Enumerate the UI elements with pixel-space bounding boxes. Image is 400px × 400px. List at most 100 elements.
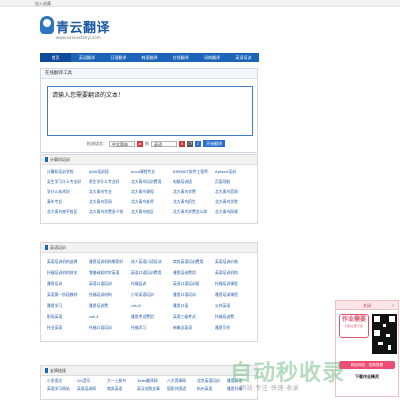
link-item[interactable]: 杭州英语 (197, 386, 212, 392)
link-item[interactable]: 托业英语 (47, 325, 62, 331)
section-title: 计算机培训 (41, 155, 257, 165)
link-item[interactable]: 雅思英语 (227, 378, 242, 384)
nav-item-japanese[interactable]: 日语翻译 (103, 53, 134, 62)
link-item[interactable]: Aptech培训 (215, 169, 236, 175)
ad-download-button[interactable]: 下载作业精灵 (339, 373, 395, 381)
link-item[interactable]: 北大青鸟校区 (131, 209, 154, 215)
link-item[interactable]: 北大青鸟学费怎么样 (173, 209, 207, 215)
close-icon[interactable]: × (392, 301, 395, 310)
link-item[interactable]: 女生学习什么专业好 (47, 179, 81, 185)
link-item[interactable]: 英语口语培训 (89, 281, 112, 287)
nav-item-korean[interactable]: 韩语翻译 (134, 53, 165, 62)
link-item[interactable]: 北大青鸟官网 (215, 189, 238, 195)
link-item[interactable]: 雅思培训 (47, 281, 62, 287)
link-item[interactable]: 青年专业 (47, 199, 62, 205)
link-item[interactable]: 大一上册书 (107, 378, 126, 384)
link-item[interactable]: 零基础如何学英语 (89, 270, 119, 276)
link-item[interactable]: 英汉对照文章 (137, 386, 160, 392)
link-item[interactable]: 公共英语 (215, 303, 230, 309)
link-item[interactable]: 小学语文 (47, 378, 62, 384)
translator-title: 在线翻译工具 (41, 69, 257, 79)
link-item[interactable]: 英语口语培训费用 (131, 270, 161, 276)
link-item[interactable]: 托福培训课程 (215, 281, 238, 287)
link-item[interactable]: 商务英语 (107, 386, 122, 392)
link-item[interactable]: 国家外国语 (167, 386, 186, 392)
link-item[interactable]: 八方资源网 (167, 378, 186, 384)
link-item[interactable]: BIM/NET软件工程师 (173, 169, 208, 175)
link-item[interactable]: cet-6 (131, 303, 141, 308)
link-item[interactable]: 北大青鸟学费多少钱 (89, 209, 123, 215)
nav-item-online[interactable]: 在线翻译 (165, 53, 196, 62)
source-label: 检测语言： (87, 140, 107, 146)
link-item[interactable]: 雅思托福 (227, 386, 242, 392)
clear-icon[interactable]: × (179, 140, 185, 147)
link-item[interactable]: 英语培训机构选择 (47, 259, 77, 265)
link-item[interactable]: 小学英语培训 (131, 292, 154, 298)
link-item[interactable]: 英语三级考试 (173, 314, 196, 320)
link-item[interactable]: 雅思考试费用 (131, 314, 154, 320)
link-item[interactable]: 英语学习网站 (47, 386, 70, 392)
link-item[interactable]: 新概念英语 (173, 325, 192, 331)
link-item[interactable]: 北大青鸟官网 (89, 199, 112, 205)
link-item[interactable]: 英语口语培训班 (173, 281, 200, 287)
link-item[interactable]: JAVA培训班 (89, 169, 109, 175)
link-item[interactable]: 雅思培训机构哪家好 (89, 259, 123, 265)
site-logo[interactable]: 青云翻译 www.xxxxxxfanyi.com (40, 15, 150, 43)
link-item[interactable]: 北大青鸟学费 (173, 189, 196, 195)
target-language-select[interactable]: 英语 (151, 140, 177, 147)
nav-item-home[interactable]: 首页 (40, 53, 72, 62)
logo-icon (40, 16, 54, 34)
link-item[interactable]: 北大青鸟南平校区 (47, 209, 77, 215)
qr-code-icon (372, 314, 397, 354)
link-item[interactable]: 学什么技术好 (47, 189, 70, 195)
link-item[interactable]: 英语第一阶段教材 (47, 292, 77, 298)
link-item[interactable]: 电脑培训班 (173, 179, 192, 185)
link-item[interactable]: 计算机培训学校 (47, 169, 74, 175)
link-item[interactable]: 雅思学习 (47, 303, 62, 309)
ad-badge[interactable]: 精品网站 · 拍照搜题 (339, 361, 395, 369)
link-item[interactable]: 雅思培训费用 (173, 270, 196, 276)
section-title: 友情链接 (41, 366, 257, 376)
link-item[interactable]: 托福学习 (131, 325, 146, 331)
link-item[interactable]: 北大青鸟培训费用 (131, 179, 161, 185)
link-item[interactable]: 英语培训网 (77, 386, 96, 392)
link-item[interactable]: cet-4 (89, 314, 99, 319)
link-item[interactable]: 北大青鸟老师 (131, 199, 154, 205)
link-item[interactable]: 英语培训机构 (215, 270, 238, 276)
link-item[interactable]: 托福口语培训 (89, 325, 112, 331)
link-item[interactable]: acca课程专业 (131, 169, 155, 175)
speaker-icon[interactable]: ♪ (195, 140, 201, 147)
link-item[interactable]: 页面导航 (215, 179, 230, 185)
link-item[interactable]: 3eds翻译网 (137, 378, 158, 384)
bookmark-link[interactable]: 加入收藏 (35, 0, 51, 7)
link-item[interactable]: 北大青鸟网课 (215, 209, 238, 215)
nav-item-english[interactable]: 英语翻译 (71, 53, 102, 62)
link-item[interactable]: 雅思培训课程 (215, 292, 238, 298)
link-item[interactable]: 北大青鸟专业 (89, 189, 112, 195)
link-item[interactable]: 托福培训费 (215, 314, 234, 320)
link-item[interactable]: 北大青鸟学院 (215, 199, 238, 205)
nav-item-dictionary[interactable]: 词典翻译 (196, 53, 227, 62)
link-item[interactable]: 雅思写作 (215, 325, 230, 331)
link-item[interactable]: 成人英语口语培训 (131, 259, 161, 265)
link-item[interactable]: 北京英语培训 (197, 378, 220, 384)
source-language-select[interactable]: 中文简体 (109, 140, 135, 147)
link-item[interactable]: 雅思口语 (173, 303, 188, 309)
link-item[interactable]: QQ音乐 (77, 378, 91, 384)
link-item[interactable]: 北大青鸟招生 (173, 199, 196, 205)
link-item[interactable]: 男生学什么专业好 (89, 179, 119, 185)
link-item[interactable]: 职场英语 (47, 314, 62, 320)
link-item[interactable]: 托福培训机构排名 (47, 270, 77, 276)
link-item[interactable]: 英语培训价格 (215, 259, 238, 265)
link-item[interactable]: 北大青鸟课程 (131, 189, 154, 195)
link-item[interactable]: 雅思培训费 (89, 303, 108, 309)
link-item[interactable]: 雅思口语培训 (173, 292, 196, 298)
link-item[interactable]: 托福培训 (131, 281, 146, 287)
link-item[interactable]: 商务英语培训费用 (173, 259, 203, 265)
nav-item-training[interactable]: 英语培训 (228, 53, 259, 62)
swap-icon[interactable]: ⇄ (137, 140, 143, 147)
copy-icon[interactable]: ❐ (187, 140, 193, 147)
translate-button[interactable]: 开始翻译 (203, 140, 225, 147)
translate-input[interactable]: 请输入您需要翻译的文本！ (47, 86, 253, 136)
link-item[interactable]: 托福培训机构 (89, 292, 112, 298)
